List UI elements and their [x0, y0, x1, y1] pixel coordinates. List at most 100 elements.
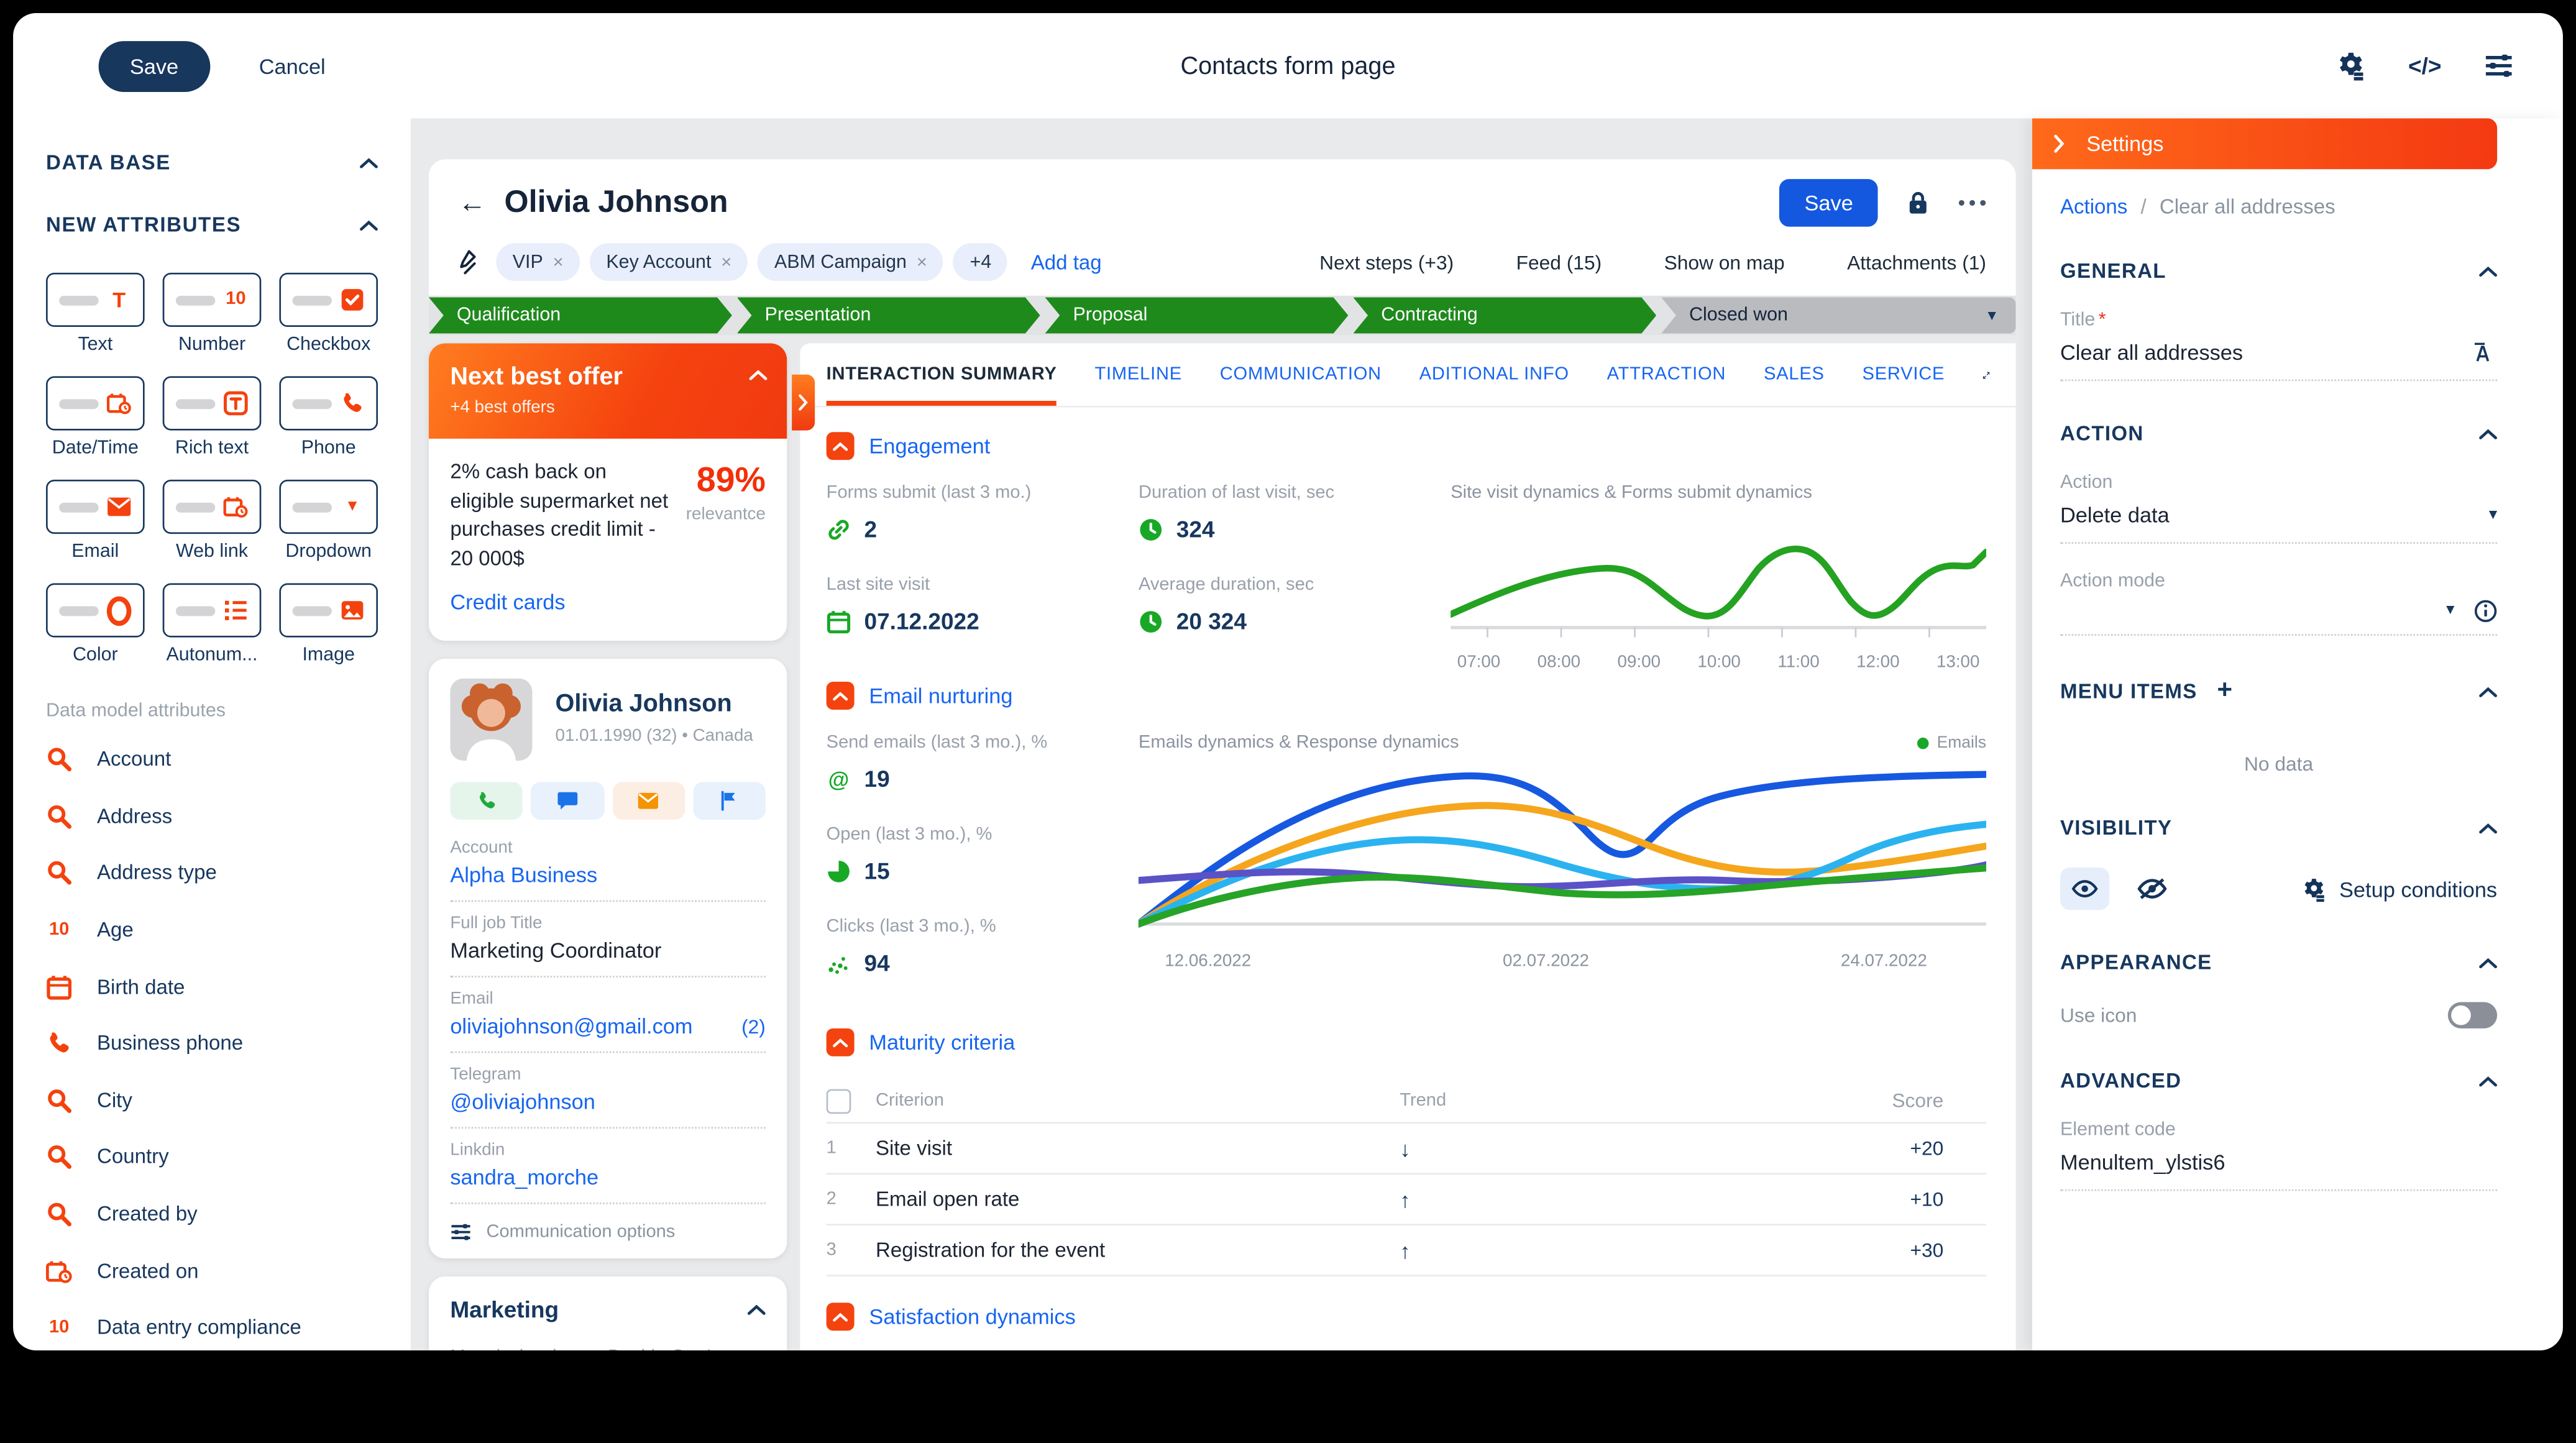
title-field[interactable]: Clear all addresses [2060, 330, 2497, 381]
header-link[interactable]: Feed (15) [1516, 250, 1602, 273]
tag-chip[interactable]: VIP × [496, 243, 580, 281]
collapse-section-button[interactable] [827, 1028, 855, 1056]
satisfaction-section-title[interactable]: Satisfaction dynamics [869, 1304, 1075, 1329]
gear-icon[interactable] [2336, 51, 2366, 81]
more-menu-icon[interactable] [1958, 199, 1986, 207]
breadcrumb-actions[interactable]: Actions [2060, 196, 2127, 219]
stage-chevron[interactable]: Contracting [1353, 297, 1656, 333]
chevron-up-icon[interactable] [2479, 957, 2497, 969]
close-icon[interactable]: × [721, 252, 731, 272]
attribute-item[interactable]: Country [46, 1129, 378, 1185]
chevron-up-icon[interactable] [2479, 1075, 2497, 1087]
menu-items-section-header[interactable]: MENU ITEMS + [2060, 677, 2497, 707]
email-nurturing-section-title[interactable]: Email nurturing [869, 684, 1012, 708]
attribute-tile[interactable]: 10 Number [163, 273, 262, 355]
visible-toggle-button[interactable] [2060, 868, 2109, 910]
attribute-tile[interactable]: Image [279, 583, 378, 665]
eye-off-icon[interactable] [2137, 877, 2167, 900]
settings-header[interactable]: Settings [2032, 118, 2497, 169]
tab[interactable]: ATTRACTION [1607, 343, 1726, 405]
chevron-up-icon[interactable] [2479, 428, 2497, 440]
attribute-item[interactable]: Account [46, 731, 378, 787]
setup-conditions-button[interactable]: Setup conditions [2301, 876, 2497, 901]
attribute-tile[interactable]: Color [46, 583, 145, 665]
tab[interactable]: SERVICE [1863, 343, 1945, 405]
chevron-up-icon[interactable] [2479, 265, 2497, 277]
close-icon[interactable]: × [917, 252, 927, 272]
tab[interactable]: COMMUNICATION [1220, 343, 1382, 405]
stage-chevron[interactable]: Presentation [737, 297, 1040, 333]
action-mode-select[interactable]: ▾ [2060, 592, 2497, 636]
save-page-button[interactable]: Save [99, 40, 210, 91]
appearance-section-header[interactable]: APPEARANCE [2060, 951, 2497, 974]
chevron-up-icon[interactable] [2479, 686, 2497, 698]
tab[interactable]: SALES [1764, 343, 1825, 405]
chevron-up-icon[interactable] [2479, 822, 2497, 834]
attribute-item[interactable]: Created by [46, 1186, 378, 1242]
tab[interactable]: TIMELINE [1094, 343, 1181, 405]
caret-down-icon[interactable]: ▾ [1988, 306, 1996, 324]
section-database[interactable]: DATA BASE [46, 151, 378, 174]
stage-chevron[interactable]: Proposal [1045, 297, 1349, 333]
attribute-tile[interactable]: Email [46, 480, 145, 562]
attribute-tile[interactable]: Autonum... [163, 583, 262, 665]
tag-chip[interactable]: ABM Campaign × [758, 243, 944, 281]
chevron-up-icon[interactable] [749, 370, 767, 382]
cancel-button[interactable]: Cancel [259, 53, 326, 78]
collapse-section-button[interactable] [827, 1303, 855, 1331]
add-menu-item-button[interactable]: + [2217, 677, 2233, 707]
attribute-item[interactable]: Created on [46, 1242, 378, 1299]
chevron-up-icon[interactable] [360, 157, 378, 168]
visibility-section-header[interactable]: VISIBILITY [2060, 817, 2497, 840]
chat-button[interactable] [531, 782, 604, 820]
email-button[interactable] [612, 782, 685, 820]
table-row[interactable]: 2 Email open rate ↑ +10 [827, 1173, 1986, 1224]
add-tag-link[interactable]: Add tag [1031, 250, 1102, 273]
chevron-up-icon[interactable] [360, 219, 378, 231]
header-link[interactable]: Show on map [1664, 250, 1785, 273]
stage-chevron[interactable]: Qualification [429, 297, 732, 333]
offer-category-link[interactable]: Credit cards [450, 590, 565, 615]
select-all-checkbox[interactable] [827, 1088, 851, 1113]
tag-chip[interactable]: Key Account × [590, 243, 748, 281]
table-row[interactable]: 3 Registration for the event ↑ +30 [827, 1224, 1986, 1276]
collapse-panel-tab[interactable] [792, 375, 815, 431]
attribute-tile[interactable]: Rich text [163, 376, 262, 458]
maturity-section-title[interactable]: Maturity criteria [869, 1030, 1015, 1055]
attribute-tile[interactable]: T Text [46, 273, 145, 355]
back-arrow-icon[interactable]: ← [459, 186, 487, 219]
attribute-tile[interactable]: Phone [279, 376, 378, 458]
table-row[interactable]: 1 Site visit ↓ +20 [827, 1122, 1986, 1173]
header-link[interactable]: Attachments (1) [1847, 250, 1986, 273]
expand-icon[interactable] [1982, 364, 1989, 385]
attribute-tile[interactable]: Date/Time [46, 376, 145, 458]
general-section-header[interactable]: GENERAL [2060, 260, 2497, 283]
code-icon[interactable]: </> [2410, 51, 2440, 81]
save-contact-button[interactable]: Save [1780, 179, 1878, 227]
translate-icon[interactable] [2471, 341, 2497, 364]
collapse-section-button[interactable] [827, 432, 855, 460]
stage-closed-won[interactable]: Closed won ▾ [1661, 297, 2015, 333]
header-link[interactable]: Next steps (+3) [1319, 250, 1454, 273]
communication-options[interactable]: Communication options [450, 1204, 766, 1242]
engagement-section-title[interactable]: Engagement [869, 434, 990, 459]
tags-more-chip[interactable]: +4 [953, 243, 1008, 281]
action-select[interactable]: Delete data ▾ [2060, 493, 2497, 544]
attribute-item[interactable]: City [46, 1072, 378, 1129]
section-new-attributes[interactable]: NEW ATTRIBUTES [46, 214, 378, 237]
attribute-item[interactable]: 10 Data entry compliance [46, 1299, 378, 1350]
sliders-icon[interactable] [2484, 51, 2514, 81]
chevron-up-icon[interactable] [748, 1304, 766, 1316]
action-section-header[interactable]: ACTION [2060, 422, 2497, 445]
attribute-item[interactable]: Business phone [46, 1015, 378, 1072]
attribute-item[interactable]: Address [46, 788, 378, 845]
element-code-field[interactable]: Menultem_ylstis6 [2060, 1140, 2497, 1191]
attribute-item[interactable]: Birth date [46, 958, 378, 1015]
collapse-section-button[interactable] [827, 682, 855, 710]
call-button[interactable] [450, 782, 523, 820]
close-icon[interactable]: × [553, 252, 564, 272]
info-icon[interactable] [2474, 599, 2497, 622]
flag-button[interactable] [693, 782, 766, 820]
attribute-tile[interactable]: ▾ Dropdown [279, 480, 378, 562]
advanced-section-header[interactable]: ADVANCED [2060, 1070, 2497, 1093]
